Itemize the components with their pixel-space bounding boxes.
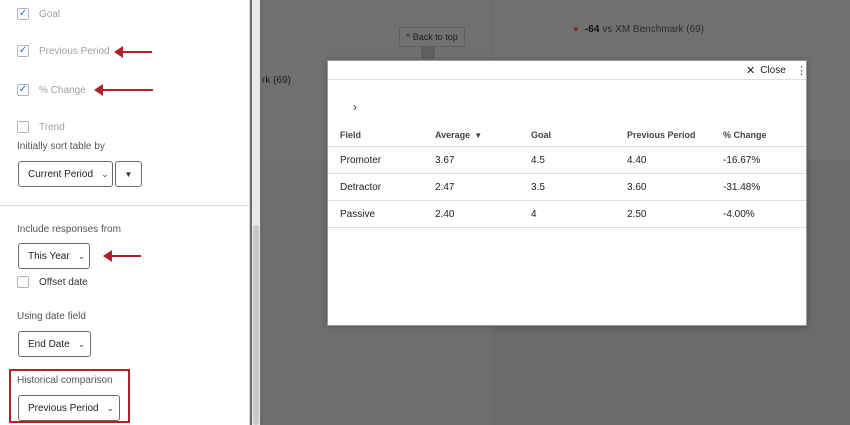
previous-period-label: Previous Period xyxy=(39,45,110,57)
scrollbar-thumb[interactable] xyxy=(253,225,259,425)
widget-settings-panel: ✓ Goal ✓ Previous Period ✓ % Change Tren… xyxy=(0,0,250,425)
table-cell: 2.50 xyxy=(627,209,647,220)
caret-down-icon: ▼ xyxy=(124,169,133,179)
include-responses-dropdown[interactable]: This Year ⌄ xyxy=(18,243,90,269)
benchmark-text: vs XM Benchmark (69) xyxy=(602,24,705,35)
offset-date-label: Offset date xyxy=(39,276,88,288)
date-field-value: End Date xyxy=(28,338,70,350)
offset-date-option[interactable]: Offset date xyxy=(17,276,88,288)
annotation-highlight-box xyxy=(9,369,130,423)
include-responses-value: This Year xyxy=(28,250,70,262)
chevron-right-icon[interactable]: › xyxy=(353,100,357,114)
panel-divider xyxy=(0,205,250,206)
benchmark-partial-text: rk (69) xyxy=(262,75,291,86)
table-cell: 3.67 xyxy=(435,155,455,166)
table-cell: -31.48% xyxy=(723,182,761,193)
table-row: Promoter 3.67 4.5 4.40 -16.67% xyxy=(328,147,806,174)
table-cell: 4.5 xyxy=(531,155,545,166)
percent-change-label: % Change xyxy=(39,84,86,96)
table-cell: 2.47 xyxy=(435,182,455,193)
back-to-top-stem xyxy=(421,47,435,59)
benchmark-summary: ▼ -64 vs XM Benchmark (69) xyxy=(572,24,704,35)
trend-label: Trend xyxy=(39,121,65,133)
column-header-field[interactable]: Field xyxy=(340,130,361,140)
date-field-dropdown[interactable]: End Date ⌄ xyxy=(18,331,91,357)
table-cell: 2.40 xyxy=(435,209,455,220)
table-cell: 4 xyxy=(531,209,537,220)
previous-period-checkbox[interactable]: ✓ xyxy=(17,45,29,57)
goal-checkbox[interactable]: ✓ xyxy=(17,8,29,20)
close-icon: ✕ xyxy=(746,65,756,77)
table-row: Detractor 2.47 3.5 3.60 -31.48% xyxy=(328,174,806,201)
goal-label: Goal xyxy=(39,8,61,20)
down-triangle-icon: ▼ xyxy=(572,25,580,34)
check-icon: ✓ xyxy=(18,8,28,19)
chevron-down-icon: ⌄ xyxy=(77,250,86,261)
annotation-arrow-include-responses xyxy=(103,250,141,262)
sort-table-label: Initially sort table by xyxy=(17,141,105,152)
trend-option[interactable]: Trend xyxy=(17,121,65,133)
previous-period-option[interactable]: ✓ Previous Period xyxy=(17,45,110,57)
annotation-arrow-previous-period xyxy=(114,46,152,58)
table-cell: Passive xyxy=(340,209,376,220)
table-cell: -4.00% xyxy=(723,209,755,220)
close-button[interactable]: ✕ Close xyxy=(746,64,786,77)
sort-desc-icon: ▼ xyxy=(474,130,483,140)
table-cell: Promoter xyxy=(340,155,382,166)
percent-change-option[interactable]: ✓ % Change xyxy=(17,84,86,96)
table-cell: 3.5 xyxy=(531,182,545,193)
back-to-top-button[interactable]: ^ Back to top xyxy=(399,27,465,47)
kebab-menu-icon[interactable]: ⋮ xyxy=(796,64,807,77)
column-header-percent-change[interactable]: % Change xyxy=(723,130,767,140)
trend-checkbox[interactable] xyxy=(17,121,29,133)
percent-change-checkbox[interactable]: ✓ xyxy=(17,84,29,96)
column-header-previous-period[interactable]: Previous Period xyxy=(627,130,696,140)
check-icon: ✓ xyxy=(18,84,28,95)
chevron-down-icon: ⌄ xyxy=(77,338,86,349)
table-row: Passive 2.40 4 2.50 -4.00% xyxy=(328,201,806,228)
include-responses-label: Include responses from xyxy=(17,224,121,235)
sort-order-dropdown[interactable]: ▼ xyxy=(115,161,142,187)
column-header-goal[interactable]: Goal xyxy=(531,130,551,140)
table-cell: -16.67% xyxy=(723,155,761,166)
goal-option[interactable]: ✓ Goal xyxy=(17,8,60,20)
sort-period-value: Current Period xyxy=(28,168,94,180)
sort-period-dropdown[interactable]: Current Period ⌄ xyxy=(18,161,113,187)
annotation-arrow-percent-change xyxy=(94,84,153,96)
check-icon: ✓ xyxy=(18,45,28,56)
column-header-average[interactable]: Average ▼ xyxy=(435,130,482,140)
table-cell: 3.60 xyxy=(627,182,647,193)
close-label: Close xyxy=(760,65,786,76)
data-table-modal: ✕ Close ⋮ › Field Average ▼ Goal Previous… xyxy=(327,60,807,326)
modal-toolbar: ✕ Close ⋮ xyxy=(328,61,807,80)
table-cell: 4.40 xyxy=(627,155,647,166)
benchmark-value: -64 xyxy=(584,24,600,35)
table-cell: Detractor xyxy=(340,182,382,193)
chevron-down-icon: ⌄ xyxy=(101,168,109,179)
panel-scrollbar[interactable] xyxy=(252,0,260,425)
date-field-label: Using date field xyxy=(17,311,86,322)
table-header: Field Average ▼ Goal Previous Period % Ch… xyxy=(328,125,806,147)
offset-date-checkbox[interactable] xyxy=(17,276,29,288)
